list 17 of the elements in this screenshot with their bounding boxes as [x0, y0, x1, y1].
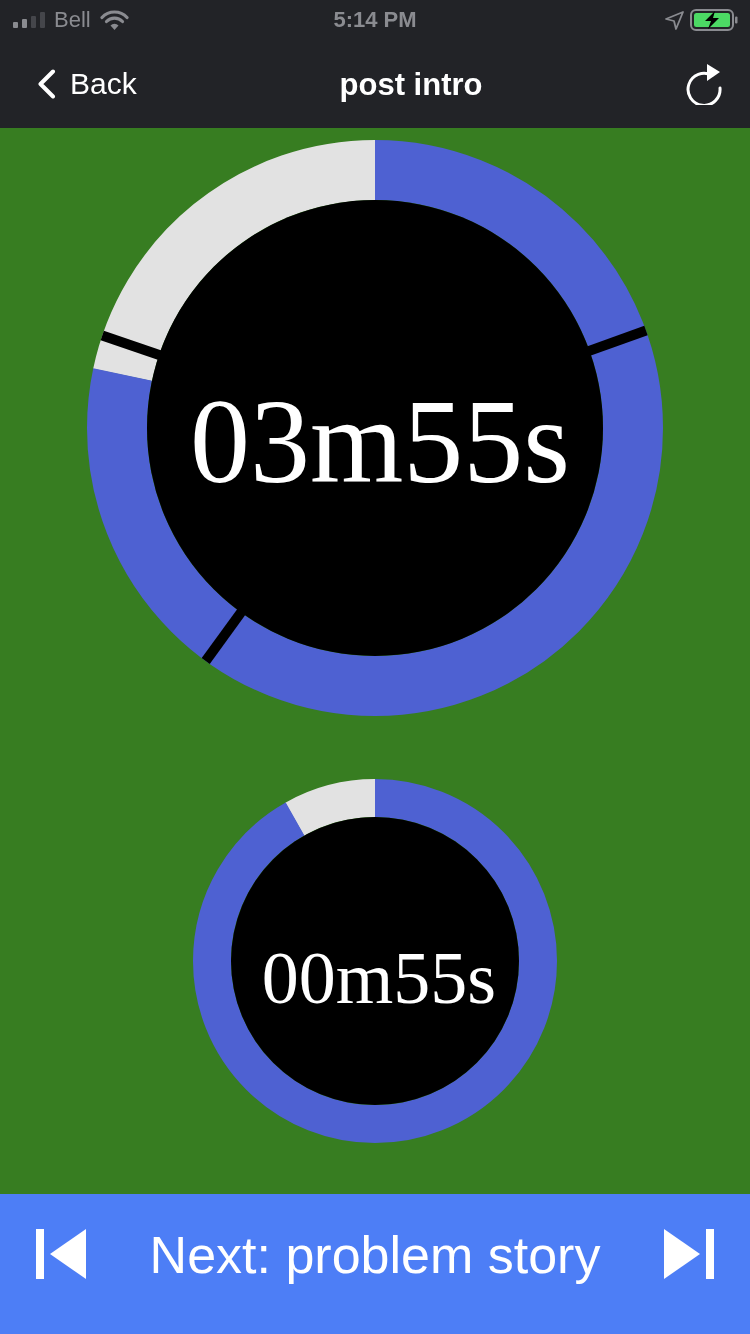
- signal-icon: [13, 12, 45, 28]
- previous-button[interactable]: [36, 1229, 86, 1279]
- skip-forward-icon: [664, 1229, 714, 1279]
- location-arrow-icon: [665, 10, 684, 30]
- next-button[interactable]: [664, 1229, 714, 1279]
- timer-readout: 03m55s: [188, 374, 570, 502]
- timer-readout: 00m55s: [260, 936, 497, 1015]
- screen-title: post intro: [339, 68, 483, 100]
- skip-back-icon: [36, 1229, 86, 1279]
- battery-charging-icon: [690, 9, 738, 31]
- carrier-name: Bell: [54, 9, 91, 31]
- back-button[interactable]: Back: [37, 69, 137, 99]
- chevron-left-icon: [37, 69, 56, 99]
- status-time: 5:14 PM: [333, 9, 417, 31]
- refresh-button[interactable]: [685, 63, 723, 105]
- wifi-icon: [99, 9, 129, 31]
- refresh-icon: [685, 63, 723, 105]
